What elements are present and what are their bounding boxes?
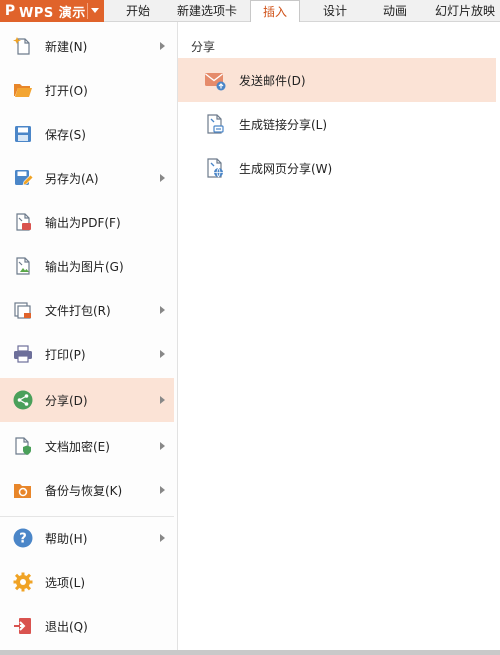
app-button-separator [87,3,88,19]
file-menu: 新建(N) 打开(O) 保存(S) 另存为(A) 输出为PDF(F) 输出为图片… [0,22,178,655]
chevron-right-icon [160,42,165,50]
backup-icon [14,484,31,498]
menu-item-label: 输出为PDF(F) [45,216,121,230]
share-item-link[interactable]: 生成链接分享(L) [178,102,496,146]
share-item-label: 生成链接分享(L) [239,118,328,132]
tab-design[interactable]: 设计 [308,0,362,22]
chevron-right-icon [160,442,165,450]
menu-item-options[interactable]: 选项(L) [0,560,174,604]
app-name: WPS 演示 [19,5,86,21]
tab-insert[interactable]: 插入 [250,0,300,22]
menu-item-label: 另存为(A) [45,172,99,186]
share-item-label: 发送邮件(D) [239,74,306,88]
chevron-right-icon [160,350,165,358]
image-icon [16,257,30,275]
menu-item-label: 新建(N) [45,40,88,54]
menu-item-label: 保存(S) [45,128,86,142]
share-item-send-email[interactable]: 发送邮件(D) [178,58,496,102]
chevron-right-icon [160,396,165,404]
menu-item-save-as[interactable]: 另存为(A) [0,156,174,200]
web-share-icon [207,158,223,178]
encrypt-icon [15,437,31,455]
save-as-icon [15,170,33,186]
chevron-right-icon [160,534,165,542]
save-icon [15,126,31,142]
help-icon: ? [13,528,33,548]
chevron-right-icon [160,486,165,494]
wps-logo-icon: P [4,3,16,19]
tab-start[interactable]: 开始 [110,0,166,22]
pdf-icon [16,213,31,231]
menu-item-share[interactable]: 分享(D) [0,378,174,422]
chevron-right-icon [160,306,165,314]
menu-item-label: 打开(O) [45,84,88,98]
chevron-right-icon [160,174,165,182]
print-icon [14,345,32,363]
svg-text:?: ? [19,532,27,547]
link-share-icon [207,114,224,134]
menu-item-label: 文档加密(E) [45,440,110,454]
menu-item-label: 选项(L) [45,576,86,590]
menu-item-export-pdf[interactable]: 输出为PDF(F) [0,200,174,244]
share-icon [13,390,33,410]
menu-item-exit[interactable]: 退出(Q) [0,604,174,648]
menu-item-label: 分享(D) [45,394,88,408]
menu-item-backup[interactable]: 备份与恢复(K) [0,468,174,512]
open-folder-icon [14,84,32,97]
menu-item-new[interactable]: 新建(N) [0,24,174,68]
panel-title: 分享 [191,40,216,54]
menu-item-label: 退出(Q) [45,620,88,634]
share-submenu-panel: 分享 发送邮件(D) 生成链接分享(L) 生成网页分享(W) [178,22,500,655]
tab-slideshow[interactable]: 幻灯片放映 [430,0,500,22]
menu-item-encrypt[interactable]: 文档加密(E) [0,424,174,468]
menu-item-print[interactable]: 打印(P) [0,332,174,376]
gear-icon [13,572,33,592]
menu-item-label: 文件打包(R) [45,304,111,318]
menu-item-package[interactable]: 文件打包(R) [0,288,174,332]
menu-item-label: 输出为图片(G) [45,260,124,274]
ribbon-tab-bar: P WPS 演示 开始 新建选项卡 插入 设计 动画 幻灯片放映 [0,0,500,22]
mail-icon [205,73,226,91]
app-menu-button[interactable]: P WPS 演示 [0,0,104,22]
menu-item-help[interactable]: ? 帮助(H) [0,516,174,560]
chevron-down-icon [91,8,99,13]
menu-item-label: 备份与恢复(K) [45,484,123,498]
tab-animation[interactable]: 动画 [368,0,422,22]
package-icon [14,302,31,319]
menu-item-export-image[interactable]: 输出为图片(G) [0,244,174,288]
menu-item-label: 帮助(H) [45,532,88,546]
exit-icon [14,618,31,634]
share-item-label: 生成网页分享(W) [239,162,333,176]
window-bottom-edge [0,650,500,655]
menu-item-label: 打印(P) [45,348,86,362]
menu-item-save[interactable]: 保存(S) [0,112,174,156]
tab-new-tab[interactable]: 新建选项卡 [170,0,244,22]
share-item-webpage[interactable]: 生成网页分享(W) [178,146,496,190]
menu-item-open[interactable]: 打开(O) [0,68,174,112]
new-file-icon [13,37,30,55]
